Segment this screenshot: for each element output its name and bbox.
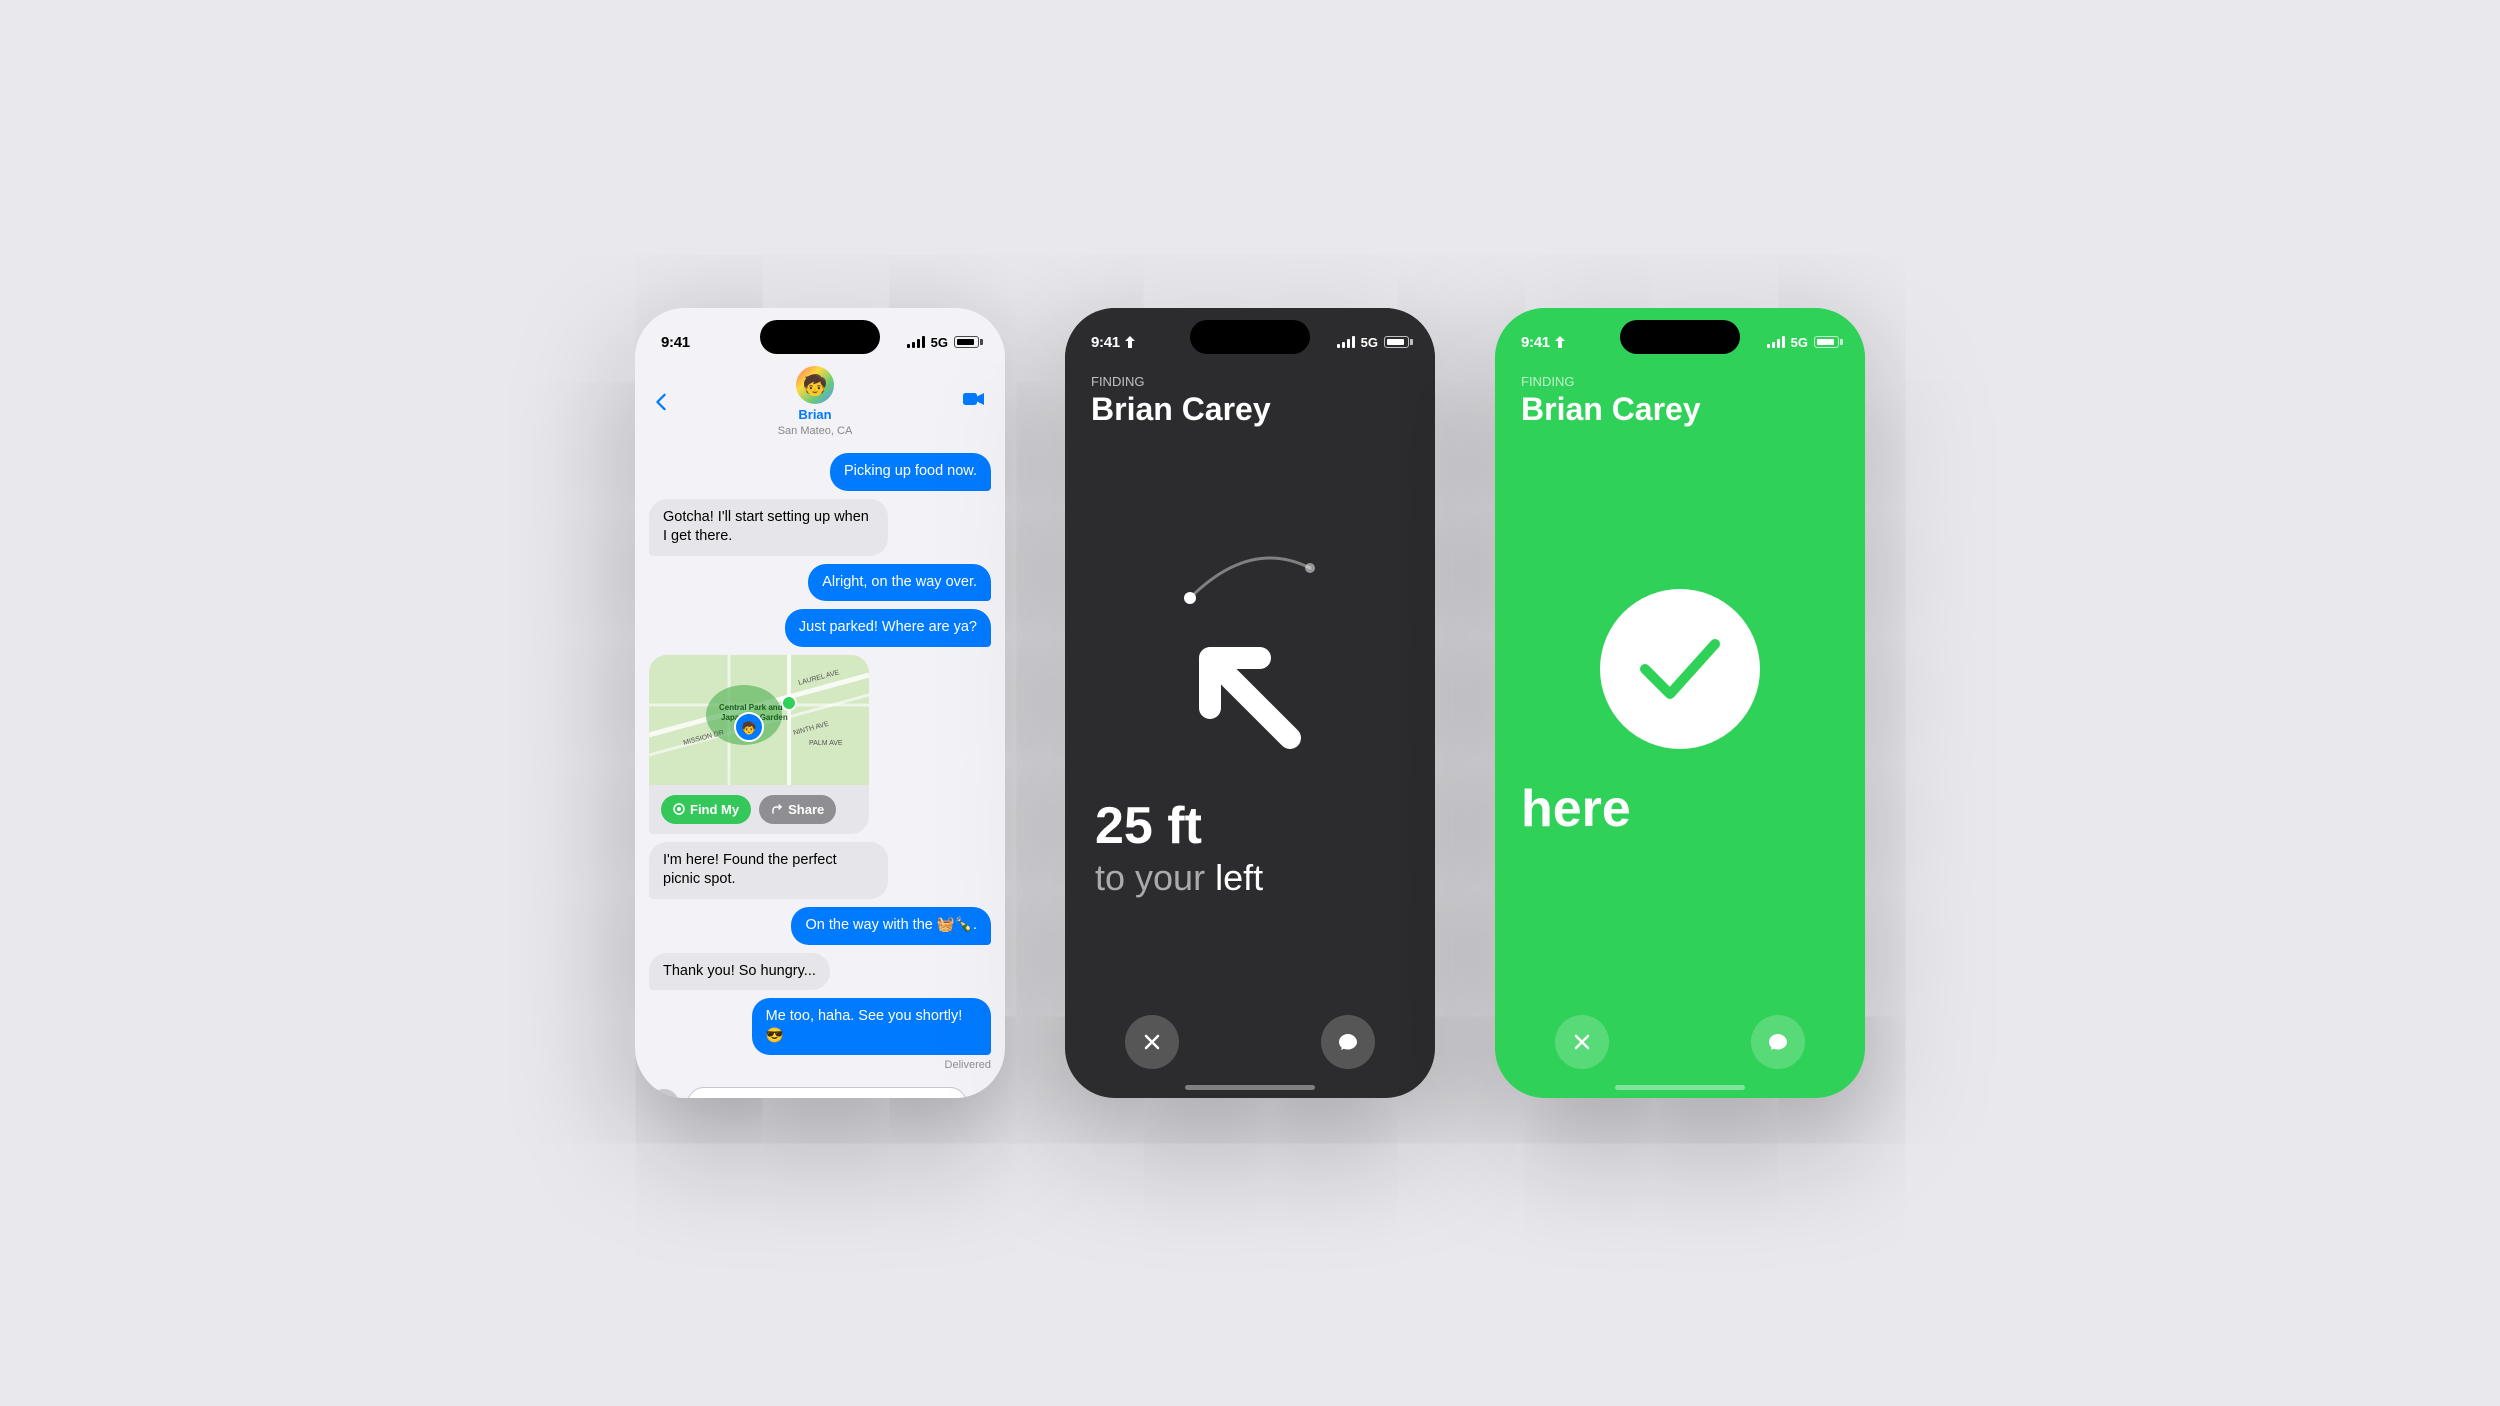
svg-text:Central Park and: Central Park and <box>719 703 783 712</box>
check-circle <box>1600 589 1760 749</box>
dynamic-island <box>760 320 880 354</box>
map-actions: Find My Share <box>649 785 869 834</box>
message-bubble-sent-2: Alright, on the way over. <box>808 564 991 602</box>
message-button-3[interactable] <box>1751 1015 1805 1069</box>
dynamic-island-3 <box>1620 320 1740 354</box>
delivered-status: Delivered <box>649 1059 991 1071</box>
iphone-findmy-found: 9:41 5G FINDING Brian Carey <box>1495 308 1865 1098</box>
battery-icon-2 <box>1384 336 1409 348</box>
finding-label-3: FINDING <box>1495 362 1865 391</box>
map-preview: Central Park and Japanese Garden 🧒 NINTH… <box>649 655 869 785</box>
message-bubble-sent-1: Picking up food now. <box>830 453 991 491</box>
findmy-body-found: here <box>1495 448 1865 999</box>
home-indicator-3 <box>1615 1085 1745 1090</box>
contact-name: Brian <box>798 407 831 422</box>
finding-label-2: FINDING <box>1065 362 1435 391</box>
checkmark-icon <box>1635 634 1725 704</box>
battery-icon-3 <box>1814 336 1839 348</box>
svg-text:PALM AVE: PALM AVE <box>809 740 843 747</box>
direction-content: 25 ft to your left <box>1065 798 1435 898</box>
message-bubble-received-1: Gotcha! I'll start setting up when I get… <box>649 499 888 556</box>
map-bubble[interactable]: Central Park and Japanese Garden 🧒 NINTH… <box>649 655 869 834</box>
battery-icon <box>954 336 979 348</box>
close-button-3[interactable] <box>1555 1015 1609 1069</box>
signal-bars <box>907 336 925 348</box>
direction-description: to your left <box>1095 856 1263 899</box>
status-icons-2: 5G <box>1337 335 1409 350</box>
message-bubble-sent-4: On the way with the 🧺🍾. <box>791 907 991 945</box>
signal-bars-2 <box>1337 336 1355 348</box>
iphone-messages: 9:41 5G 🧒 Brian San Mateo, CA <box>635 308 1005 1098</box>
message-bubble-received-3: Thank you! So hungry... <box>649 953 830 991</box>
findmy-body-direction: 25 ft to your left <box>1065 448 1435 999</box>
message-bubble-received-2: I'm here! Found the perfect picnic spot. <box>649 842 888 899</box>
message-bubble-sent-3: Just parked! Where are ya? <box>785 609 991 647</box>
message-bubble-sent-5: Me too, haha. See you shortly! 😎 <box>752 998 991 1055</box>
message-input[interactable]: iMessage <box>687 1087 967 1098</box>
distance-text: 25 ft <box>1095 798 1202 855</box>
dynamic-island-2 <box>1190 320 1310 354</box>
messages-nav: 🧒 Brian San Mateo, CA <box>635 362 1005 445</box>
network-label-2: 5G <box>1361 335 1378 350</box>
add-attachment-button[interactable]: + <box>649 1089 679 1098</box>
here-content: here <box>1495 779 1865 839</box>
direction-arrow <box>1170 618 1330 778</box>
contact-avatar: 🧒 <box>796 366 834 404</box>
status-time-2: 9:41 <box>1091 334 1120 351</box>
microphone-button[interactable] <box>975 1092 991 1098</box>
contact-location: San Mateo, CA <box>778 425 853 437</box>
here-text: here <box>1521 779 1631 839</box>
network-label-3: 5G <box>1791 335 1808 350</box>
messages-list: Picking up food now. Gotcha! I'll start … <box>635 445 1005 1079</box>
signal-bars-3 <box>1767 336 1785 348</box>
person-name-2: Brian Carey <box>1065 391 1435 448</box>
network-label: 5G <box>931 335 948 350</box>
svg-text:🧒: 🧒 <box>742 720 757 735</box>
find-my-button[interactable]: Find My <box>661 795 751 824</box>
home-indicator-2 <box>1185 1085 1315 1090</box>
contact-info[interactable]: 🧒 Brian San Mateo, CA <box>778 366 853 437</box>
iphone-findmy-direction: 9:41 5G FINDING Brian Carey <box>1065 308 1435 1098</box>
status-time: 9:41 <box>661 334 690 351</box>
video-call-button[interactable] <box>963 390 985 413</box>
status-icons-3: 5G <box>1767 335 1839 350</box>
status-icons: 5G <box>907 335 979 350</box>
message-button-2[interactable] <box>1321 1015 1375 1069</box>
message-input-bar: + iMessage <box>635 1079 1005 1098</box>
back-button[interactable] <box>655 393 667 411</box>
status-time-3: 9:41 <box>1521 334 1550 351</box>
person-name-3: Brian Carey <box>1495 391 1865 448</box>
share-button[interactable]: Share <box>759 795 836 824</box>
findmy-buttons-3 <box>1495 999 1865 1069</box>
findmy-buttons-2 <box>1065 999 1435 1069</box>
close-button-2[interactable] <box>1125 1015 1179 1069</box>
